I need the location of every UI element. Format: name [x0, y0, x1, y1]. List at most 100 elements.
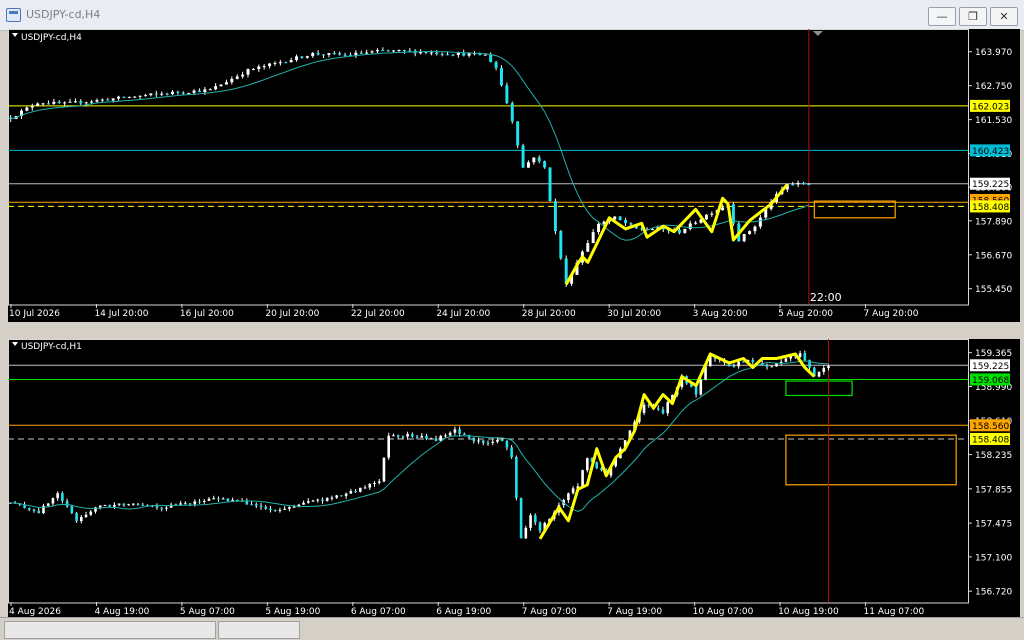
- x-tick-label: 5 Aug 07:00: [180, 607, 235, 617]
- candle-body: [212, 498, 216, 500]
- candle-body: [415, 436, 419, 438]
- candle-body: [207, 498, 211, 501]
- h1-chart[interactable]: USDJPY-cd,H1159.365158.990158.610158.235…: [8, 339, 1020, 617]
- candle-body: [688, 223, 692, 229]
- candle-body: [57, 101, 61, 104]
- candle-body: [500, 439, 504, 442]
- candle-body: [181, 92, 185, 94]
- x-tick-label: 7 Aug 07:00: [522, 607, 577, 617]
- candle-body: [132, 503, 135, 505]
- candle-body: [533, 515, 537, 523]
- candle-body: [344, 493, 348, 496]
- price-label: 162.023: [972, 102, 1009, 112]
- chart-tab[interactable]: [4, 621, 216, 639]
- minimize-button[interactable]: —: [928, 7, 956, 26]
- candle-body: [250, 504, 253, 506]
- candle-body: [770, 366, 774, 368]
- candle-body: [340, 495, 343, 497]
- candle-body: [538, 522, 542, 531]
- candle-body: [316, 52, 320, 55]
- y-tick-label: 157.855: [975, 485, 1012, 495]
- candle-body: [117, 503, 121, 505]
- candle-body: [370, 51, 374, 53]
- candle-body: [505, 441, 509, 448]
- candle-body: [784, 358, 788, 362]
- candle-body: [666, 402, 670, 414]
- h4-chart-pane[interactable]: USDJPY-cd,H4163.970162.750161.530160.310…: [8, 29, 1020, 322]
- candle-body: [500, 67, 503, 86]
- zone-rectangle: [785, 380, 853, 397]
- candle-body: [160, 507, 163, 509]
- y-tick-label: 158.235: [975, 451, 1012, 461]
- candle-body: [581, 470, 584, 487]
- candle-body: [321, 499, 324, 501]
- y-tick-label: 163.970: [975, 48, 1012, 58]
- bottom-tab-bar: [0, 617, 1024, 640]
- candle-body: [203, 89, 207, 92]
- candle-body: [392, 435, 395, 437]
- x-tick-label: 10 Aug 07:00: [693, 607, 754, 617]
- candle-body: [289, 60, 293, 63]
- candle-body: [791, 184, 795, 186]
- candle-body: [322, 54, 325, 56]
- candle-body: [103, 504, 107, 506]
- chart-title: USDJPY-cd,H4: [21, 33, 82, 43]
- candle-body: [732, 366, 736, 368]
- candle-body: [458, 429, 461, 434]
- candle-body: [32, 509, 36, 511]
- candle-body: [543, 161, 547, 168]
- candle-body: [748, 231, 752, 235]
- candle-body: [278, 62, 282, 64]
- candle-body: [338, 53, 342, 55]
- candle-body: [176, 91, 180, 93]
- candle-body: [230, 78, 234, 83]
- candle-body: [448, 432, 452, 436]
- candle-body: [36, 103, 40, 107]
- candle-body: [365, 52, 369, 54]
- x-tick-label: 14 Jul 20:00: [94, 309, 148, 319]
- candle-body: [192, 90, 196, 93]
- maximize-button[interactable]: ❐: [959, 7, 987, 26]
- candle-body: [406, 434, 409, 437]
- candle-body: [95, 100, 99, 102]
- candle-body: [122, 96, 126, 98]
- chart-tab[interactable]: [218, 621, 300, 639]
- x-tick-label: 30 Jul 20:00: [607, 309, 661, 319]
- x-tick-label: 5 Aug 19:00: [265, 607, 320, 617]
- candle-body: [429, 52, 433, 54]
- candle-body: [193, 501, 197, 505]
- candle-body: [694, 222, 698, 224]
- candle-body: [335, 495, 338, 498]
- candle-body: [440, 53, 444, 55]
- candle-body: [751, 360, 755, 362]
- close-button[interactable]: ✕: [990, 7, 1018, 26]
- candle-body: [629, 223, 633, 225]
- y-tick-label: 161.530: [975, 116, 1012, 126]
- candle-body: [377, 481, 381, 483]
- time-label: 22:00: [810, 291, 842, 304]
- candle-body: [510, 447, 513, 458]
- candle-body: [241, 74, 245, 77]
- pane-separator[interactable]: [0, 322, 1024, 339]
- candle-body: [494, 62, 498, 68]
- price-label: 158.408: [972, 435, 1009, 445]
- candle-body: [259, 505, 263, 507]
- candle-body: [61, 493, 64, 501]
- candle-body: [463, 433, 466, 435]
- candle-body: [567, 493, 570, 501]
- h1-chart-pane[interactable]: USDJPY-cd,H1159.365158.990158.610158.235…: [8, 339, 1020, 617]
- candle-body: [496, 439, 499, 442]
- candle-body: [219, 84, 223, 87]
- x-tick-label: 10 Aug 19:00: [778, 607, 839, 617]
- candle-body: [553, 200, 557, 232]
- candle-body: [46, 503, 50, 506]
- candle-body: [138, 95, 142, 97]
- candle-body: [491, 441, 495, 443]
- dropdown-triangle-icon[interactable]: [12, 33, 18, 37]
- h4-chart[interactable]: USDJPY-cd,H4163.970162.750161.530160.310…: [8, 29, 1020, 322]
- dropdown-triangle-icon[interactable]: [12, 342, 18, 346]
- candle-body: [721, 207, 725, 211]
- candle-body: [30, 106, 34, 108]
- candle-body: [683, 228, 687, 233]
- candle-body: [70, 506, 74, 514]
